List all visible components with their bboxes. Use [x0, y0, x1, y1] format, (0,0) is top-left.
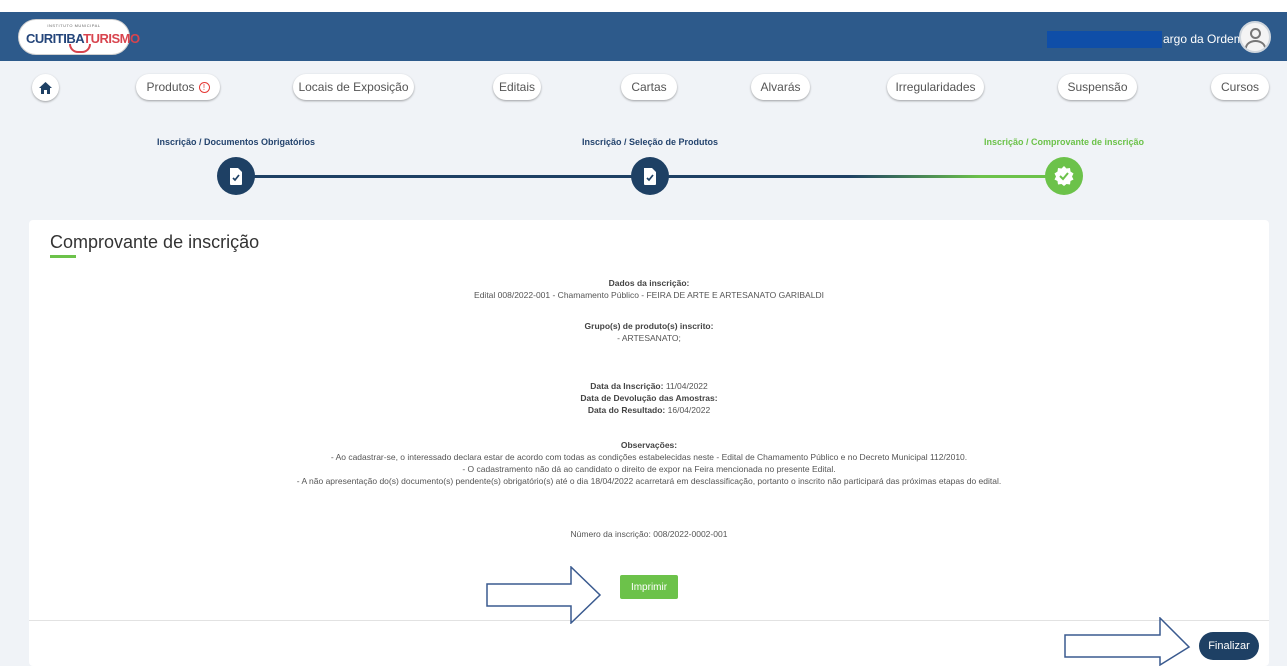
- progress-track-1: [236, 175, 650, 178]
- badge-check-icon: [1054, 166, 1074, 186]
- data-resultado-value: 16/04/2022: [667, 405, 711, 415]
- observacao-1: - Ao cadastrar-se, o interessado declara…: [330, 452, 968, 462]
- step-2-circle: [631, 157, 669, 195]
- grupo-value: - ARTESANATO;: [617, 333, 681, 343]
- observacoes-section: Observações: - Ao cadastrar-se, o intere…: [29, 439, 1269, 487]
- nav-suspensao-label: Suspensão: [1067, 80, 1128, 94]
- home-button[interactable]: [32, 74, 59, 101]
- nav-alvaras[interactable]: Alvarás: [751, 74, 810, 100]
- step-2-label: Inscrição / Seleção de Produtos: [582, 137, 719, 147]
- title-underline: [50, 255, 76, 258]
- finalize-button[interactable]: Finalizar: [1199, 632, 1259, 660]
- print-button[interactable]: Imprimir: [620, 575, 678, 599]
- document-check-icon: [230, 167, 242, 185]
- alert-icon: !: [198, 81, 210, 93]
- nav-cursos[interactable]: Cursos: [1211, 74, 1269, 100]
- arrow-annotation-finalize: [1064, 617, 1191, 666]
- dados-section: Dados da inscrição: Edital 008/2022-001 …: [29, 277, 1269, 301]
- datas-section: Data da Inscrição: 11/04/2022 Data de De…: [29, 380, 1269, 416]
- data-inscricao-label: Data da Inscrição:: [590, 381, 664, 391]
- numero-inscricao: Número da inscrição: 008/2022-0002-001: [570, 529, 728, 539]
- data-devolucao-label: Data de Devolução das Amostras:: [580, 393, 718, 403]
- data-resultado-label: Data do Resultado:: [587, 405, 666, 415]
- home-icon: [39, 81, 52, 94]
- dados-label: Dados da inscrição:: [608, 278, 690, 288]
- nav-locais-label: Locais de Exposição: [298, 80, 409, 94]
- data-inscricao-value: 11/04/2022: [665, 381, 708, 391]
- nav-cartas[interactable]: Cartas: [621, 74, 677, 100]
- nav-produtos[interactable]: Produtos !: [136, 74, 220, 100]
- grupo-section: Grupo(s) de produto(s) inscrito: - ARTES…: [29, 320, 1269, 344]
- observacao-3: - A não apresentação do(s) documento(s) …: [296, 476, 1002, 486]
- nav-irregularidades[interactable]: Irregularidades: [887, 74, 984, 100]
- logo-arc: [69, 44, 91, 53]
- user-icon[interactable]: [1239, 21, 1271, 53]
- nav-cartas-label: Cartas: [631, 80, 667, 94]
- nav-suspensao[interactable]: Suspensão: [1058, 74, 1137, 100]
- page-title: Comprovante de inscrição: [50, 232, 260, 252]
- nav-produtos-label: Produtos: [146, 80, 195, 94]
- progress-track-2: [650, 175, 1064, 178]
- document-check-icon: [644, 167, 656, 185]
- grupo-label: Grupo(s) de produto(s) inscrito:: [584, 321, 714, 331]
- nav-locais-exposicao[interactable]: Locais de Exposição: [293, 74, 414, 100]
- nav-irregularidades-label: Irregularidades: [895, 80, 976, 94]
- edital-text: Edital 008/2022-001 - Chamamento Público…: [474, 290, 824, 300]
- observacoes-label: Observações:: [620, 440, 678, 450]
- curitiba-turismo-logo[interactable]: INSTITUTO MUNICIPAL CURITIBATURISMO: [18, 19, 140, 55]
- header-bar: INSTITUTO MUNICIPAL CURITIBATURISMO argo…: [0, 12, 1287, 61]
- nav-cursos-label: Cursos: [1220, 80, 1259, 94]
- redacted-username-block: [1047, 31, 1162, 48]
- step-1-label: Inscrição / Documentos Obrigatórios: [157, 137, 316, 147]
- nav-editais[interactable]: Editais: [493, 74, 541, 100]
- step-3-label: Inscrição / Comprovante de inscrição: [984, 137, 1145, 147]
- nav-editais-label: Editais: [498, 80, 536, 94]
- step-3-circle: [1045, 157, 1083, 195]
- arrow-annotation-print: [486, 566, 602, 624]
- user-name[interactable]: argo da Ordem: [1163, 31, 1244, 48]
- top-margin: [0, 0, 1287, 12]
- receipt-card: Comprovante de inscrição Dados da inscri…: [29, 220, 1269, 666]
- step-1-circle: [217, 157, 255, 195]
- observacao-2: - O cadastramento não dá ao candidato o …: [462, 464, 836, 474]
- logo-subtitle: INSTITUTO MUNICIPAL: [47, 23, 101, 28]
- nav-alvaras-label: Alvarás: [760, 80, 801, 94]
